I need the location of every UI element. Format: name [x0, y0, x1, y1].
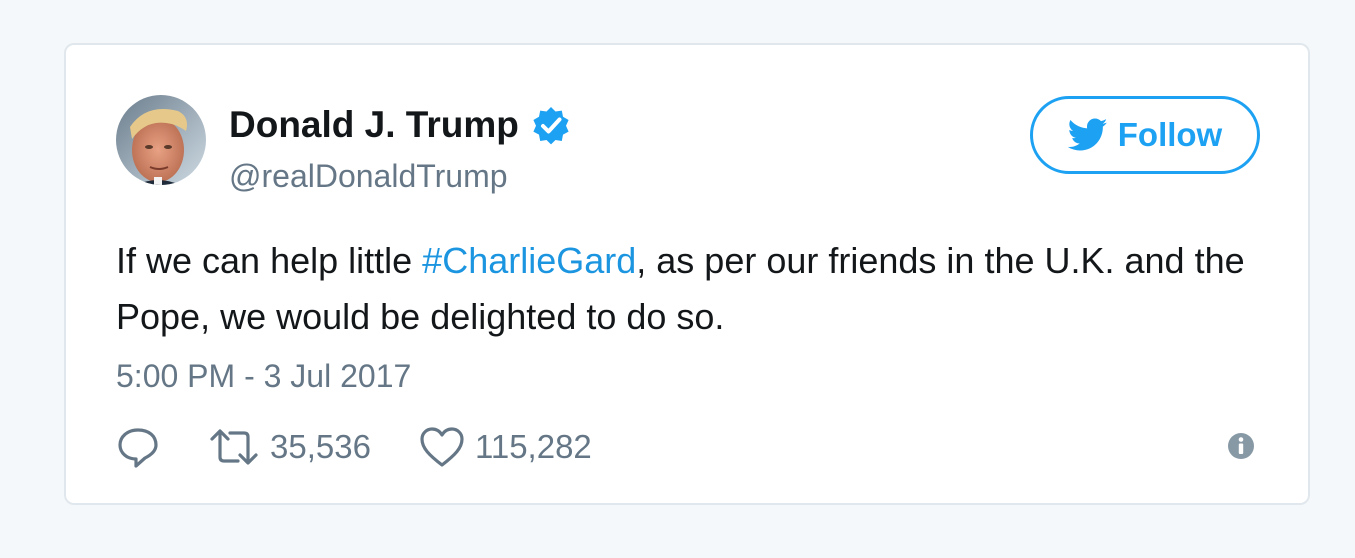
- twitter-bird-icon: [1067, 118, 1108, 152]
- retweet-icon: [210, 429, 258, 465]
- tweet-timestamp[interactable]: 5:00 PM - 3 Jul 2017: [116, 356, 411, 396]
- hashtag-link[interactable]: #CharlieGard: [422, 240, 636, 281]
- verified-badge-icon: [531, 105, 571, 145]
- author-handle[interactable]: @realDonaldTrump: [229, 157, 508, 195]
- avatar-image: [116, 95, 206, 185]
- author-name-row: Donald J. Trump: [229, 103, 571, 147]
- tweet-text-before: If we can help little: [116, 240, 423, 281]
- like-count: 115,282: [474, 428, 592, 465]
- reply-button[interactable]: [116, 425, 160, 469]
- retweet-button[interactable]: 35,536: [208, 425, 371, 469]
- follow-button-label: Follow: [1117, 116, 1223, 153]
- tweet-card: Donald J. Trump @realDonaldTrump Follow …: [64, 43, 1310, 505]
- reply-icon: [118, 428, 158, 468]
- tweet-actions: 35,536 115,282: [116, 423, 592, 471]
- heart-icon: [420, 427, 464, 467]
- author-avatar[interactable]: [116, 95, 206, 185]
- like-button[interactable]: 115,282: [419, 425, 592, 469]
- retweet-count: 35,536: [270, 428, 371, 465]
- info-icon[interactable]: [1226, 431, 1256, 461]
- tweet-text: If we can help little #CharlieGard, as p…: [116, 233, 1256, 345]
- follow-button[interactable]: Follow: [1030, 96, 1260, 174]
- author-display-name[interactable]: Donald J. Trump: [229, 103, 519, 147]
